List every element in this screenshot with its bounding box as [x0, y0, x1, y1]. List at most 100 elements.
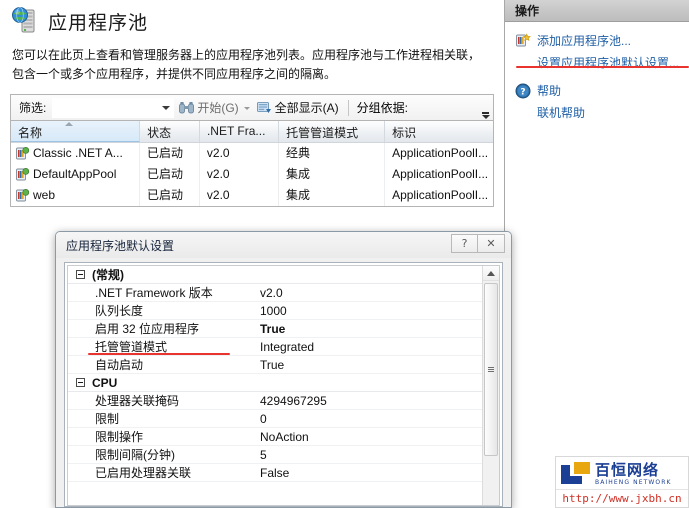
action-help-label: 帮助 — [537, 82, 561, 100]
property-grid-scrollbar[interactable] — [482, 266, 499, 505]
cell-pipeline-mode: 集成 — [279, 185, 385, 206]
chevron-down-icon[interactable] — [162, 106, 170, 110]
scrollbar-thumb[interactable] — [484, 283, 498, 456]
column-header-pipeline-mode[interactable]: 托管管道模式 — [279, 121, 385, 142]
dialog-titlebar[interactable]: 应用程序池默认设置 ? ✕ — [56, 232, 511, 258]
property-row-managed-pipeline-mode[interactable]: 托管管道模式 Integrated — [68, 338, 482, 356]
property-value[interactable]: NoAction — [258, 430, 482, 444]
action-set-application-pool-defaults[interactable]: 设置应用程序池默认设置... — [505, 52, 689, 74]
dialog-body: (常规) .NET Framework 版本 v2.0 队列长度 1000 启用… — [64, 262, 503, 507]
column-header-identity-label: 标识 — [392, 126, 416, 140]
show-all-button[interactable]: 全部显示(A) — [254, 98, 342, 117]
property-name: 处理器关联掩码 — [68, 392, 258, 409]
toolbar-divider — [348, 100, 349, 116]
start-filter-button[interactable]: 开始(G) — [176, 98, 241, 117]
property-row-processor-affinity-enabled[interactable]: 已启用处理器关联 False — [68, 464, 482, 482]
property-row-limit-interval-minutes[interactable]: 限制间隔(分钟) 5 — [68, 446, 482, 464]
property-value[interactable]: 4294967295 — [258, 394, 482, 408]
start-filter-label: 开始(G) — [197, 99, 238, 116]
close-icon[interactable]: ✕ — [478, 234, 505, 253]
scroll-up-arrow-icon[interactable] — [483, 266, 499, 281]
add-app-pool-icon — [515, 33, 531, 49]
help-icon[interactable]: ? — [451, 234, 478, 253]
cell-identity: ApplicationPoolI... — [385, 143, 493, 164]
toolbar-overflow-button[interactable] — [481, 108, 490, 119]
column-header-name[interactable]: 名称 — [11, 121, 140, 142]
watermark-url: http://www.jxbh.cn — [556, 489, 688, 507]
property-value[interactable]: Integrated — [258, 340, 482, 354]
app-pools-listview: 名称 状态 .NET Fra... 托管管道模式 标识 — [10, 120, 494, 207]
table-row[interactable]: Classic .NET A... 已启动 v2.0 经典 Applicatio… — [11, 143, 493, 164]
action-online-help[interactable]: 联机帮助 — [505, 102, 689, 124]
page-description: 您可以在此页上查看和管理服务器上的应用程序池列表。应用程序池与工作进程相关联， … — [0, 40, 504, 84]
page-description-line-1: 您可以在此页上查看和管理服务器上的应用程序池列表。应用程序池与工作进程相关联， — [12, 46, 492, 65]
actions-pane: 操作 添加应用程序池... 设置应用程序池默认设置... — [505, 0, 689, 508]
cell-name: web — [11, 185, 140, 206]
cell-identity: ApplicationPoolI... — [385, 164, 493, 185]
help-question-icon: ? — [515, 83, 531, 99]
column-header-state-label: 状态 — [147, 126, 171, 140]
property-group-general[interactable]: (常规) — [68, 266, 482, 284]
action-add-application-pool[interactable]: 添加应用程序池... — [505, 30, 689, 52]
cell-state: 已启动 — [140, 185, 200, 206]
app-pool-icon — [15, 168, 29, 182]
property-group-cpu-label: CPU — [92, 376, 282, 390]
watermark-brand: 百恒网络 BAIHENG NETWORK — [556, 457, 688, 489]
cell-name: DefaultAppPool — [11, 164, 140, 185]
watermark-brand-cn: 百恒网络 — [595, 461, 659, 479]
filter-toolbar: 筛选: 开始(G) — [10, 94, 494, 120]
cell-name-label: DefaultAppPool — [33, 164, 116, 185]
property-name: 队列长度 — [68, 302, 258, 319]
show-all-icon — [257, 101, 272, 114]
property-value[interactable]: 0 — [258, 412, 482, 426]
property-group-cpu[interactable]: CPU — [68, 374, 482, 392]
property-value[interactable]: True — [258, 322, 482, 336]
property-row-queue-length[interactable]: 队列长度 1000 — [68, 302, 482, 320]
property-row-net-framework-version[interactable]: .NET Framework 版本 v2.0 — [68, 284, 482, 302]
cell-net-framework: v2.0 — [200, 143, 279, 164]
actions-pane-header: 操作 — [505, 0, 689, 22]
cell-pipeline-mode: 集成 — [279, 164, 385, 185]
table-row[interactable]: web 已启动 v2.0 集成 ApplicationPoolI... — [11, 185, 493, 206]
start-dropdown-chevron-icon[interactable] — [244, 107, 250, 110]
action-help[interactable]: ? 帮助 — [505, 80, 689, 102]
property-row-limit[interactable]: 限制 0 — [68, 410, 482, 428]
property-name: 自动启动 — [68, 356, 258, 373]
property-row-start-automatically[interactable]: 自动启动 True — [68, 356, 482, 374]
page-title: 应用程序池 — [48, 8, 148, 35]
property-grid-rows: (常规) .NET Framework 版本 v2.0 队列长度 1000 启用… — [68, 266, 482, 505]
column-header-state[interactable]: 状态 — [140, 121, 200, 142]
baiheng-logo-icon — [561, 462, 591, 486]
property-value[interactable]: 1000 — [258, 304, 482, 318]
cell-pipeline-mode: 经典 — [279, 143, 385, 164]
property-row-limit-action[interactable]: 限制操作 NoAction — [68, 428, 482, 446]
watermark-brand-en: BAIHENG NETWORK — [595, 480, 672, 486]
collapse-icon[interactable] — [76, 270, 85, 279]
property-value[interactable]: True — [258, 358, 482, 372]
property-row-enable-32bit-applications[interactable]: 启用 32 位应用程序 True — [68, 320, 482, 338]
column-header-net-framework-label: .NET Fra... — [207, 124, 265, 138]
filter-input[interactable] — [53, 100, 161, 115]
actions-list: 添加应用程序池... 设置应用程序池默认设置... ? 帮助 — [505, 22, 689, 124]
filter-label: 筛选: — [19, 99, 46, 116]
property-name: 限制间隔(分钟) — [68, 446, 258, 463]
collapse-icon[interactable] — [76, 378, 85, 387]
property-row-processor-affinity-mask[interactable]: 处理器关联掩码 4294967295 — [68, 392, 482, 410]
cell-name-label: Classic .NET A... — [33, 143, 123, 164]
property-value[interactable]: v2.0 — [258, 286, 482, 300]
cell-identity: ApplicationPoolI... — [385, 185, 493, 206]
property-value[interactable]: False — [258, 466, 482, 480]
sort-ascending-icon — [65, 122, 73, 126]
binoculars-icon — [179, 101, 194, 114]
property-name: .NET Framework 版本 — [68, 284, 258, 301]
action-online-help-label: 联机帮助 — [537, 104, 585, 122]
column-header-identity[interactable]: 标识 — [385, 121, 493, 142]
column-header-net-framework[interactable]: .NET Fra... — [200, 121, 279, 142]
property-group-general-label: (常规) — [92, 266, 282, 283]
table-row[interactable]: DefaultAppPool 已启动 v2.0 集成 ApplicationPo… — [11, 164, 493, 185]
watermark-logo: 百恒网络 BAIHENG NETWORK http://www.jxbh.cn — [555, 456, 689, 508]
column-header-pipeline-mode-label: 托管管道模式 — [286, 126, 358, 140]
listview-body: Classic .NET A... 已启动 v2.0 经典 Applicatio… — [11, 143, 493, 206]
filter-combobox[interactable] — [52, 98, 174, 118]
property-value[interactable]: 5 — [258, 448, 482, 462]
